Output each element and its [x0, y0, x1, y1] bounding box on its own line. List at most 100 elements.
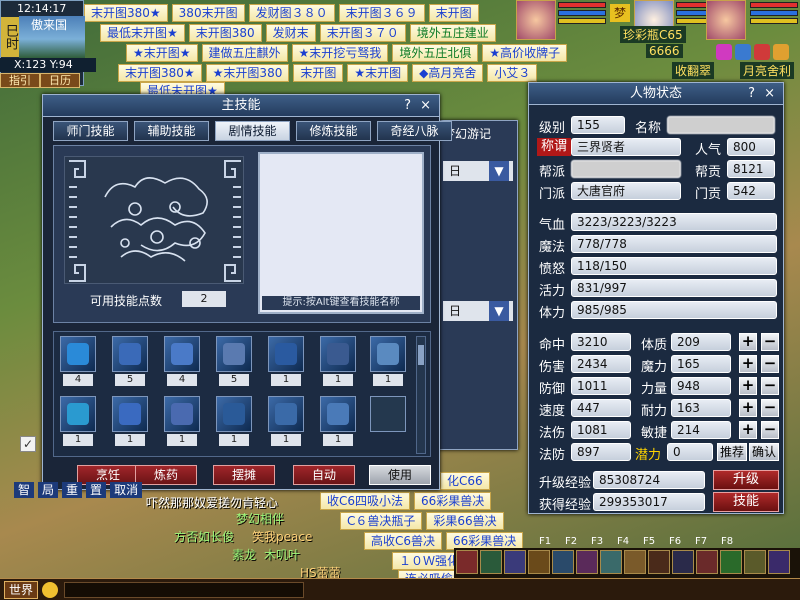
stall-banner[interactable]: 化C66 — [440, 472, 490, 490]
player-name-label[interactable]: 吓然那那奴爱搓勿肯轻心 — [146, 494, 278, 511]
stall-banner[interactable]: 末开图380★ — [118, 64, 202, 82]
tab-story-skills[interactable]: 剧情技能 — [215, 121, 290, 141]
channel-button[interactable]: 智 — [14, 482, 35, 498]
skills-button[interactable]: 技能 — [713, 492, 779, 512]
mount-icon[interactable] — [720, 550, 742, 574]
scroll-thumb[interactable] — [418, 345, 424, 365]
help-icon[interactable]: ? — [404, 95, 411, 117]
stall-banner[interactable]: 境外五庄北俱 — [392, 44, 479, 62]
stall-banner[interactable]: 末开图380 — [188, 24, 262, 42]
player-portrait[interactable] — [706, 0, 746, 40]
title-tag[interactable]: 称谓 — [537, 138, 571, 156]
stall-tag[interactable]: 收翻翠 — [672, 62, 715, 79]
crossed-blades-skill-icon[interactable] — [216, 396, 252, 432]
task-icon[interactable] — [624, 550, 646, 574]
mail-icon[interactable] — [735, 44, 751, 60]
stall-banner[interactable]: 高收C6兽决 — [364, 532, 443, 550]
settings-icon[interactable] — [744, 550, 766, 574]
player-name-label[interactable]: 方否如长俊 — [174, 528, 234, 545]
target-icon[interactable] — [504, 550, 526, 574]
stall-banner[interactable]: ★末开挖亏驽我 — [291, 44, 389, 62]
armor-skill-icon[interactable] — [268, 396, 304, 432]
alchemy-button[interactable]: 炼药 — [135, 465, 197, 485]
stall-tag[interactable]: 珍彩瓶C65 — [620, 26, 686, 43]
chevron-down-icon[interactable]: ▼ — [489, 301, 509, 321]
endurance-plus-button[interactable]: + — [739, 399, 757, 417]
channel-button[interactable]: 重 — [62, 482, 83, 498]
close-icon[interactable]: × — [764, 83, 775, 105]
stall-skill-icon[interactable] — [164, 336, 200, 372]
stall-banner[interactable]: 66彩果兽决 — [414, 492, 492, 510]
cards-skill-icon[interactable] — [268, 336, 304, 372]
constitution-plus-button[interactable]: + — [739, 333, 757, 351]
chat-input[interactable] — [64, 582, 304, 598]
use-button[interactable]: 使用 — [369, 465, 431, 485]
event-badge[interactable]: 梦 — [610, 4, 630, 22]
agility-plus-button[interactable]: + — [739, 421, 757, 439]
level-up-button[interactable]: 升级 — [713, 470, 779, 490]
craft-skill-icon[interactable] — [216, 336, 252, 372]
emoji-icon[interactable] — [42, 582, 58, 598]
close-icon[interactable]: × — [420, 95, 431, 117]
team-icon[interactable] — [600, 550, 622, 574]
stall-button[interactable]: 摆摊 — [213, 465, 275, 485]
stall-banner[interactable]: 发财末 — [265, 24, 316, 42]
tab-meridians[interactable]: 奇经八脉 — [377, 121, 452, 141]
confirm-button[interactable]: 确认 — [749, 443, 779, 461]
blade-skill-icon[interactable] — [164, 396, 200, 432]
stall-banner[interactable]: 建做五庄麒外 — [201, 44, 288, 62]
empty-skill-slot[interactable] — [370, 396, 406, 432]
constitution-minus-button[interactable]: − — [761, 333, 779, 351]
calendar-button[interactable]: 日历 — [40, 73, 80, 88]
stall-banner[interactable]: 彩果66兽决 — [426, 512, 504, 530]
stall-banner[interactable]: ★末开图★ — [126, 44, 198, 62]
gear-icon[interactable] — [480, 550, 502, 574]
magic-plus-button[interactable]: + — [739, 355, 757, 373]
stall-banner[interactable]: 收C6四吸小法 — [320, 492, 411, 510]
chat-lock-checkbox[interactable]: ✓ — [20, 436, 36, 452]
endurance-minus-button[interactable]: − — [761, 399, 779, 417]
stall-banner[interactable]: 发财图３８０ — [248, 4, 335, 22]
pet-icon[interactable] — [576, 550, 598, 574]
stall-banner[interactable]: ★末开图 — [347, 64, 409, 82]
player-name-label[interactable]: 素龙 — [232, 546, 256, 563]
stall-banner[interactable]: 末开图 — [428, 4, 479, 22]
heart-icon[interactable] — [754, 44, 770, 60]
player-name-label[interactable]: 笑我peace — [252, 528, 312, 545]
pet-portrait-1[interactable] — [516, 0, 556, 40]
help-icon[interactable]: ? — [748, 83, 755, 105]
magic-minus-button[interactable]: − — [761, 355, 779, 373]
skill-icon[interactable] — [552, 550, 574, 574]
agility-minus-button[interactable]: − — [761, 421, 779, 439]
alchemy-skill-icon[interactable] — [112, 336, 148, 372]
stall-banner[interactable]: 最低末开图★ — [100, 24, 185, 42]
char-window-titlebar[interactable]: 人物状态 ? × — [529, 83, 783, 105]
skill-grid-scrollbar[interactable] — [416, 336, 426, 454]
stall-banner[interactable]: 境外五庄建业 — [409, 24, 496, 42]
beast-skill-icon[interactable] — [320, 336, 356, 372]
shop-icon[interactable] — [696, 550, 718, 574]
channel-button[interactable]: 局 — [38, 482, 59, 498]
stall-banner[interactable]: 末开图３７０ — [319, 24, 406, 42]
auto-button[interactable]: 自动 — [293, 465, 355, 485]
gang-icon[interactable] — [648, 550, 670, 574]
warrior-skill-icon[interactable] — [320, 396, 356, 432]
strength-plus-button[interactable]: + — [739, 377, 757, 395]
swords-skill-icon[interactable] — [112, 396, 148, 432]
cooking-skill-icon[interactable] — [60, 336, 96, 372]
attack-icon[interactable] — [456, 550, 478, 574]
channel-button[interactable]: 置 — [86, 482, 107, 498]
recommend-button[interactable]: 推荐 — [717, 443, 747, 461]
stall-tag[interactable]: 6666 — [646, 44, 683, 58]
stall-banner[interactable]: 末开图380★ — [84, 4, 168, 22]
stall-banner[interactable]: ◆高月亮舍 — [412, 64, 484, 82]
system-icon[interactable] — [768, 550, 790, 574]
tab-support-skills[interactable]: 辅助技能 — [134, 121, 209, 141]
gift-icon[interactable] — [716, 44, 732, 60]
tab-cultivation-skills[interactable]: 修炼技能 — [296, 121, 371, 141]
lotus-skill-icon[interactable] — [60, 396, 96, 432]
bag-icon[interactable] — [528, 550, 550, 574]
strength-minus-button[interactable]: − — [761, 377, 779, 395]
player-name-label[interactable]: 木叽叶 — [264, 546, 300, 563]
stand-skill-icon[interactable] — [370, 336, 406, 372]
